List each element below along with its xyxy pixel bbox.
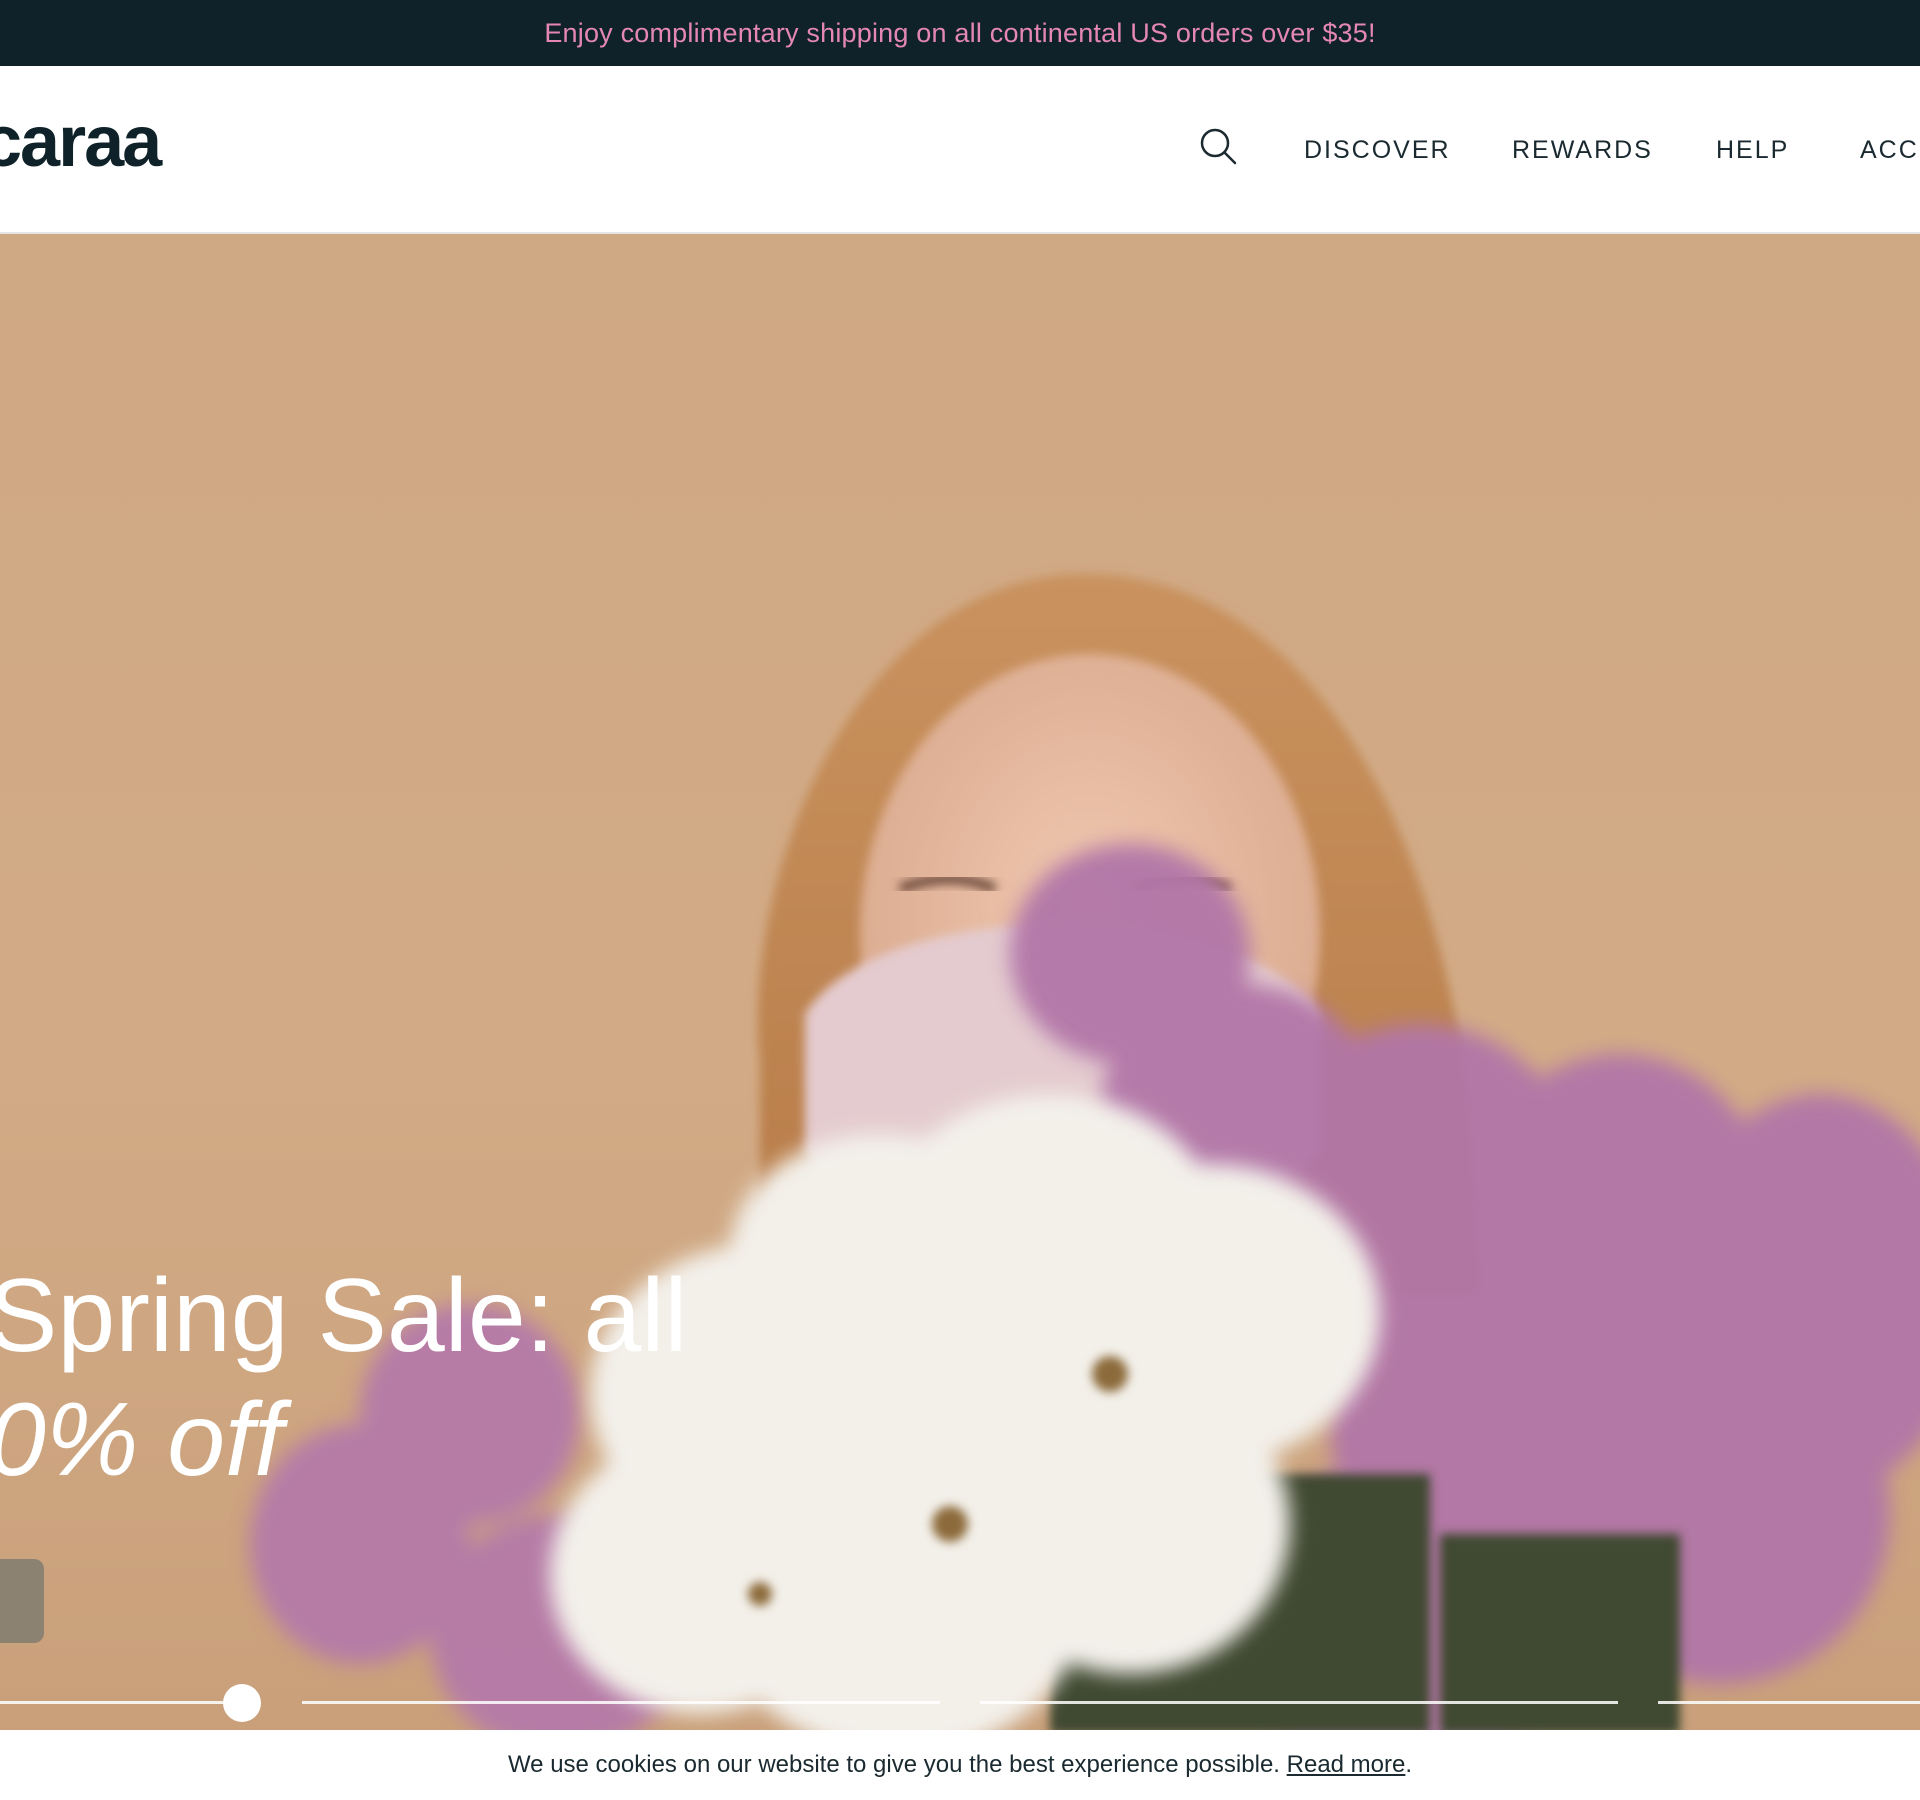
nav-account[interactable]: ACCE [1860, 136, 1920, 165]
cookie-banner: We use cookies on our website to give yo… [0, 1730, 1920, 1800]
slide-progress-knob[interactable] [223, 1684, 261, 1722]
cookie-read-more-link[interactable]: Read more [1287, 1751, 1406, 1779]
hero-headline-line2: 0% off [0, 1382, 283, 1498]
slide-progress-4[interactable] [1658, 1701, 1920, 1704]
announcement-text: Enjoy complimentary shipping on all cont… [544, 17, 1376, 48]
nav-help[interactable]: HELP [1716, 136, 1789, 165]
hero-headline-line1: Spring Sale: all [0, 1258, 688, 1374]
search-icon[interactable] [1198, 126, 1238, 166]
announcement-bar: Enjoy complimentary shipping on all cont… [0, 0, 1920, 66]
slide-progress-1[interactable] [0, 1701, 240, 1704]
cookie-suffix: . [1405, 1751, 1413, 1778]
slide-progress-2[interactable] [302, 1701, 940, 1704]
hero-headline: Spring Sale: all 0% off [0, 1254, 688, 1502]
nav-rewards[interactable]: REWARDS [1512, 136, 1653, 165]
site-header: caraa DISCOVER REWARDS HELP ACCE [0, 66, 1920, 234]
brand-logo[interactable]: caraa [0, 106, 162, 178]
hero-photo [250, 574, 1920, 1730]
nav-discover[interactable]: DISCOVER [1304, 136, 1451, 165]
hero-cta-button[interactable] [0, 1559, 44, 1643]
slide-progress-3[interactable] [980, 1701, 1618, 1704]
cookie-text: We use cookies on our website to give yo… [507, 1751, 1280, 1778]
hero-banner[interactable]: Spring Sale: all 0% off [0, 234, 1920, 1730]
